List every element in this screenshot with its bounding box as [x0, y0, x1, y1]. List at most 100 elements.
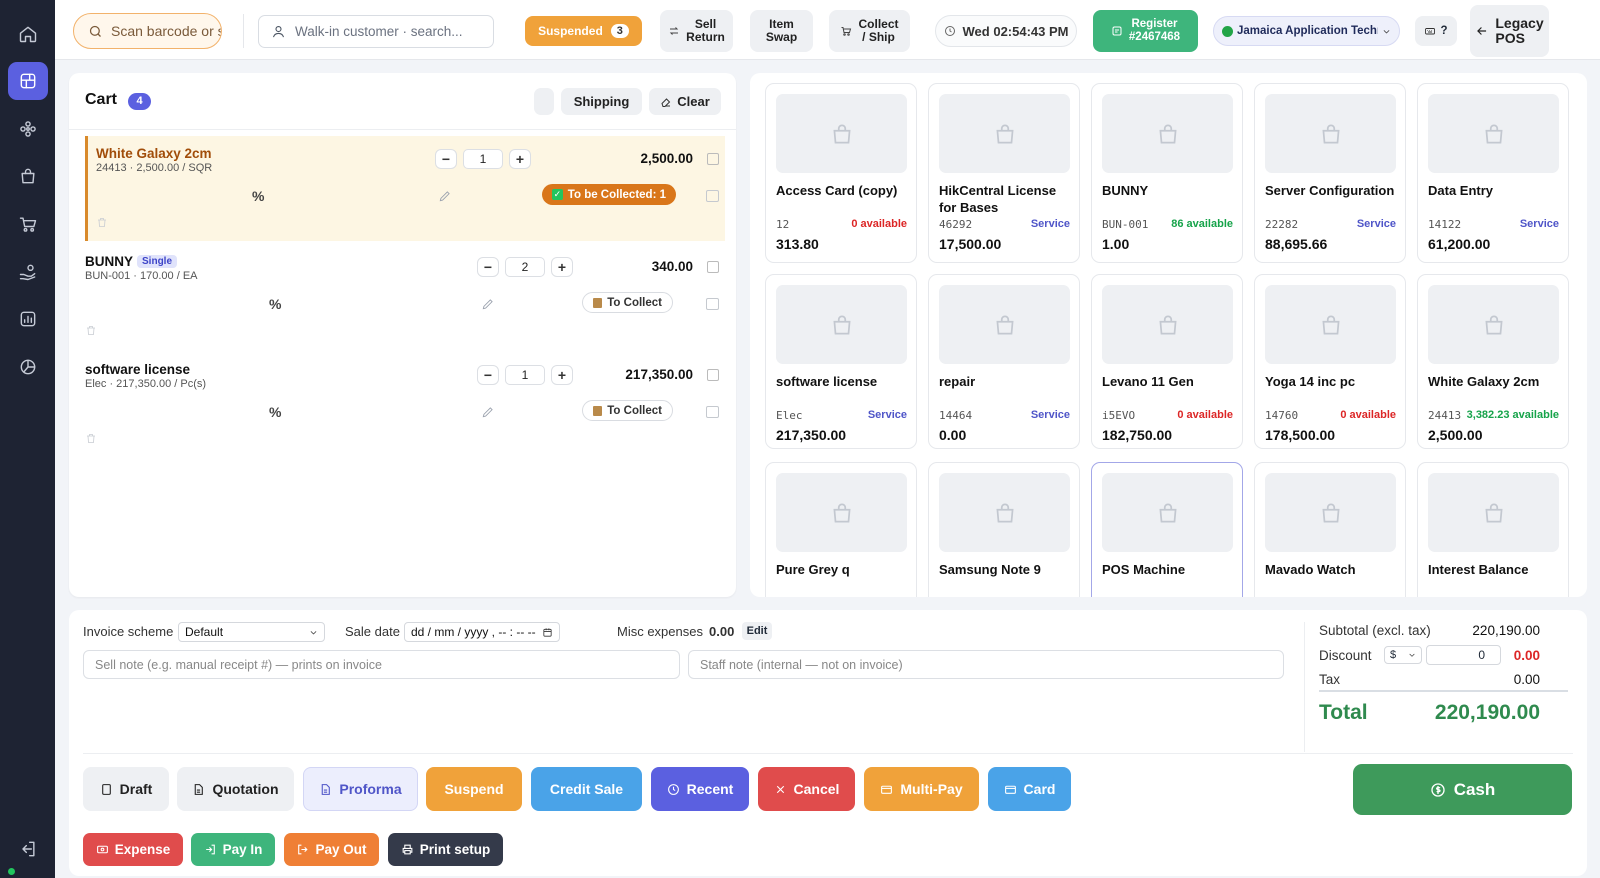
product-card[interactable]: Access Card (copy) 12 0 available 313.80 [765, 83, 917, 263]
product-card[interactable]: repair 14464 Service 0.00 [928, 274, 1080, 449]
product-card[interactable]: software license Elec Service 217,350.00 [765, 274, 917, 449]
card-label: Card [1023, 781, 1056, 797]
help-button[interactable]: ? [1415, 16, 1457, 46]
product-card[interactable]: POS Machine [1091, 462, 1243, 597]
product-sku: 14760 [1265, 409, 1299, 422]
collect-status-badge[interactable]: To Collect [582, 292, 673, 313]
recent-button[interactable]: Recent [651, 767, 749, 811]
card-button[interactable]: Card [988, 767, 1071, 811]
draft-button[interactable]: Draft [83, 767, 169, 811]
product-card[interactable]: Samsung Note 9 [928, 462, 1080, 597]
increment-button[interactable]: + [509, 149, 531, 169]
discount-type-select[interactable]: $ [1384, 646, 1422, 664]
discount-percent[interactable]: % [252, 188, 264, 204]
pay-out-button[interactable]: Pay Out [284, 833, 379, 866]
trash-icon[interactable] [85, 324, 97, 337]
staff-note-input[interactable]: Staff note (internal — not on invoice) [688, 650, 1284, 679]
product-price: 182,750.00 [1102, 427, 1173, 443]
expense-label: Expense [114, 842, 171, 857]
suspended-button[interactable]: Suspended 3 [525, 16, 642, 46]
cart-option-button[interactable] [534, 88, 554, 115]
discount-input[interactable]: 0 [1426, 645, 1501, 665]
logout-icon[interactable] [8, 830, 48, 868]
product-card[interactable]: Server Configuration 22282 Service 88,695.6… [1254, 83, 1406, 263]
reports-icon[interactable] [8, 300, 48, 338]
trash-icon[interactable] [85, 432, 97, 445]
product-image-placeholder [776, 94, 907, 173]
increment-button[interactable]: + [551, 257, 573, 277]
edit-icon[interactable] [438, 189, 452, 203]
product-card[interactable]: BUNNY BUN-001 86 available 1.00 [1091, 83, 1243, 263]
cash-button[interactable]: Cash [1353, 764, 1572, 815]
quantity-input[interactable]: 1 [505, 365, 545, 385]
credit-sale-label: Credit Sale [549, 781, 624, 797]
collect-status-label: To Collect [607, 296, 662, 309]
cart-icon[interactable] [8, 205, 48, 243]
collect-ship-button[interactable]: Collect / Ship [829, 10, 910, 52]
copy-icon[interactable] [707, 369, 719, 381]
collect-status-badge[interactable]: To Collect [582, 400, 673, 421]
decrement-button[interactable]: − [477, 365, 499, 385]
cart-icon [841, 27, 852, 36]
register-button[interactable]: Register #2467468 [1093, 10, 1198, 52]
clear-cart-button[interactable]: Clear [649, 88, 721, 115]
suspend-button[interactable]: Suspend [426, 767, 522, 811]
bag-icon[interactable] [8, 157, 48, 195]
cancel-button[interactable]: Cancel [758, 767, 855, 811]
product-card[interactable]: Mavado Watch [1254, 462, 1406, 597]
product-card[interactable]: Data Entry 14122 Service 61,200.00 [1417, 83, 1569, 263]
product-card[interactable]: Levano 11 Gen i5EVO 0 available 182,750.00 [1091, 274, 1243, 449]
package-icon [593, 405, 603, 416]
discount-percent[interactable]: % [269, 404, 281, 420]
product-card[interactable]: Interest Balance [1417, 462, 1569, 597]
product-card[interactable]: White Galaxy 2cm 24413 3,382.23 available 2… [1417, 274, 1569, 449]
invoice-scheme-select[interactable]: Default [178, 622, 325, 642]
quantity-input[interactable]: 2 [505, 257, 545, 277]
proforma-button[interactable]: Proforma [303, 767, 418, 811]
chart-icon[interactable] [8, 348, 48, 386]
credit-sale-button[interactable]: Credit Sale [531, 767, 642, 811]
edit-icon[interactable] [481, 297, 495, 311]
product-name: Access Card (copy) [776, 183, 898, 198]
pay-in-button[interactable]: Pay In [191, 833, 275, 866]
hand-coins-icon[interactable] [8, 253, 48, 291]
discount-percent[interactable]: % [269, 296, 281, 312]
edit-icon[interactable] [481, 405, 495, 419]
multi-pay-button[interactable]: Multi-Pay [864, 767, 979, 811]
products-icon[interactable] [8, 110, 48, 148]
item-swap-button[interactable]: Item Swap [750, 10, 813, 52]
copy-icon[interactable] [707, 153, 719, 165]
invoice-scheme-label: Invoice scheme [83, 624, 174, 639]
product-card[interactable]: HikCentral License for Bases 46292 Service… [928, 83, 1080, 263]
shipping-button[interactable]: Shipping [561, 88, 642, 115]
barcode-search-input[interactable]: Scan barcode or search... [73, 13, 222, 49]
suspend-label: Suspend [444, 781, 504, 797]
collect-status-badge[interactable]: ✓ To be Collected: 1 [542, 184, 676, 205]
product-sku: i5EVO [1102, 409, 1136, 422]
location-select[interactable]: Jamaica Application Technology [1213, 16, 1400, 46]
customer-search-input[interactable]: Walk-in customer · search... [258, 15, 494, 48]
sell-return-button[interactable]: Sell Return [660, 10, 733, 52]
misc-edit-button[interactable]: Edit [742, 622, 772, 640]
note-icon[interactable] [706, 190, 719, 202]
increment-button[interactable]: + [551, 365, 573, 385]
sell-note-input[interactable]: Sell note (e.g. manual receipt #) — prin… [83, 650, 680, 679]
copy-icon[interactable] [707, 261, 719, 273]
legacy-pos-button[interactable]: Legacy POS [1470, 5, 1549, 57]
product-card[interactable]: Yoga 14 inc pc 14760 0 available 178,500.00 [1254, 274, 1406, 449]
home-icon[interactable] [8, 15, 48, 53]
product-card[interactable]: Pure Grey q [765, 462, 917, 597]
note-icon[interactable] [706, 298, 719, 310]
decrement-button[interactable]: − [477, 257, 499, 277]
expense-button[interactable]: Expense [83, 833, 183, 866]
print-setup-button[interactable]: Print setup [388, 833, 503, 866]
quotation-button[interactable]: Quotation [177, 767, 294, 811]
note-icon[interactable] [706, 406, 719, 418]
product-price: 88,695.66 [1265, 236, 1328, 252]
sale-date-input[interactable]: dd / mm / yyyy , -- : -- -- [404, 622, 560, 642]
bag-icon [1484, 124, 1503, 144]
quantity-input[interactable]: 1 [463, 149, 503, 169]
trash-icon[interactable] [96, 216, 108, 229]
pos-icon[interactable] [8, 62, 48, 100]
decrement-button[interactable]: − [435, 149, 457, 169]
